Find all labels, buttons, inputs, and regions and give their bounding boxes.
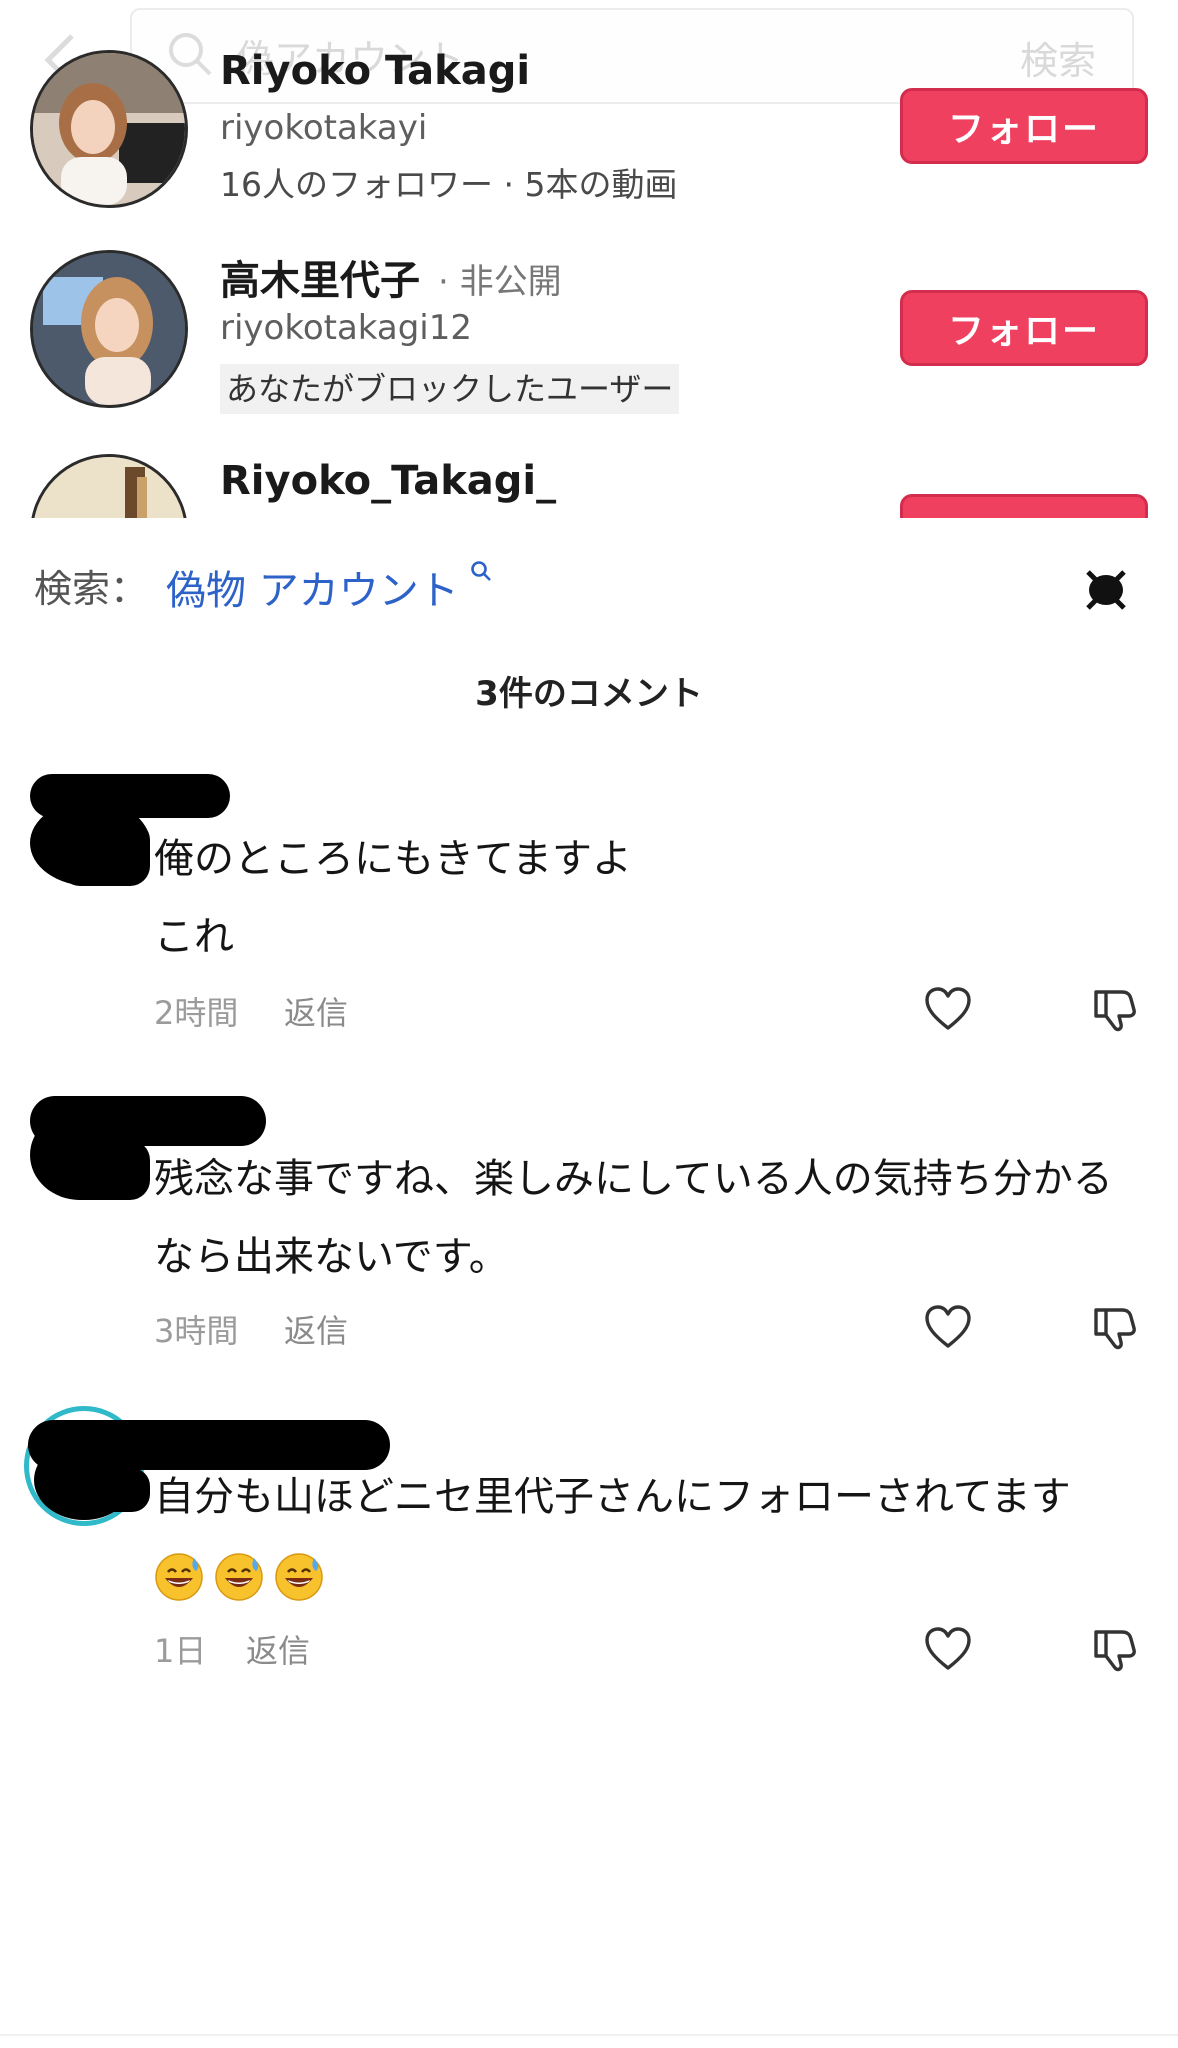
close-icon[interactable]: [1078, 560, 1134, 616]
account-name[interactable]: Riyoko_Takagi_: [220, 458, 556, 504]
follow-button[interactable]: フォロー: [900, 290, 1148, 366]
avatar-photo: [33, 253, 185, 405]
heart-icon[interactable]: [924, 986, 972, 1032]
avatar[interactable]: [30, 454, 188, 518]
comment-text: 自分も山ほどニセ里代子さんにフォローされてます: [154, 1474, 1071, 1520]
account-name[interactable]: Riyoko Takagi: [220, 48, 530, 94]
comment-emoji: [154, 1552, 334, 1608]
search-icon[interactable]: [470, 560, 492, 582]
dislike-icon[interactable]: [1090, 984, 1138, 1032]
avatar[interactable]: [30, 250, 188, 408]
redaction-mark: [60, 820, 150, 886]
embedded-search-screenshot: 偽アカウント 検索 Riyoko Takagi riyokotakayi 16人…: [0, 0, 1178, 518]
dislike-icon[interactable]: [1090, 1624, 1138, 1672]
reply-button[interactable]: 返信: [284, 1306, 348, 1352]
avatar[interactable]: [30, 50, 188, 208]
sweat-smile-emoji: [155, 1553, 203, 1601]
account-privacy: · 非公開: [438, 262, 562, 302]
comment-time: 2時間: [154, 994, 239, 1032]
comments-header: 3件のコメント: [475, 674, 703, 714]
search-hint-label: 検索：: [34, 567, 149, 611]
account-handle: riyokotakagi12: [220, 308, 473, 348]
account-meta: 16人のフォロワー · 5本の動画: [220, 165, 678, 204]
reply-button[interactable]: 返信: [284, 988, 348, 1034]
comment-text: これ: [154, 914, 234, 960]
redaction-mark: [70, 1468, 150, 1512]
search-icon: [169, 33, 212, 76]
search-hint-link[interactable]: 偽物 アカウント: [166, 558, 459, 616]
search-button[interactable]: 検索: [1020, 30, 1096, 85]
redaction-mark: [60, 1140, 150, 1200]
reply-button[interactable]: 返信: [246, 1626, 310, 1672]
heart-icon[interactable]: [924, 1304, 972, 1350]
avatar-photo: [33, 457, 185, 518]
blocked-user-note: あなたがブロックしたユーザー: [220, 364, 680, 414]
account-handle: riyokotakayi: [220, 108, 428, 148]
bottom-divider: [0, 2034, 1178, 2036]
follow-button[interactable]: フォロー: [900, 88, 1148, 164]
comment-text: 残念な事ですね、楽しみにしている人の気持ち分かる: [154, 1156, 1113, 1202]
heart-icon[interactable]: [924, 1626, 972, 1672]
comment-time: 3時間: [154, 1312, 239, 1350]
comment-text: なら出来ないです。: [154, 1234, 509, 1280]
account-name[interactable]: 高木里代子: [220, 248, 420, 306]
avatar-photo: [33, 53, 185, 205]
dislike-icon[interactable]: [1090, 1302, 1138, 1350]
sweat-smile-emoji: [215, 1553, 263, 1601]
sweat-smile-emoji: [275, 1553, 323, 1601]
comment-text: 俺のところにもきてますよ: [154, 836, 632, 882]
comment-time: 1日: [154, 1632, 207, 1670]
follow-button[interactable]: [900, 494, 1148, 518]
